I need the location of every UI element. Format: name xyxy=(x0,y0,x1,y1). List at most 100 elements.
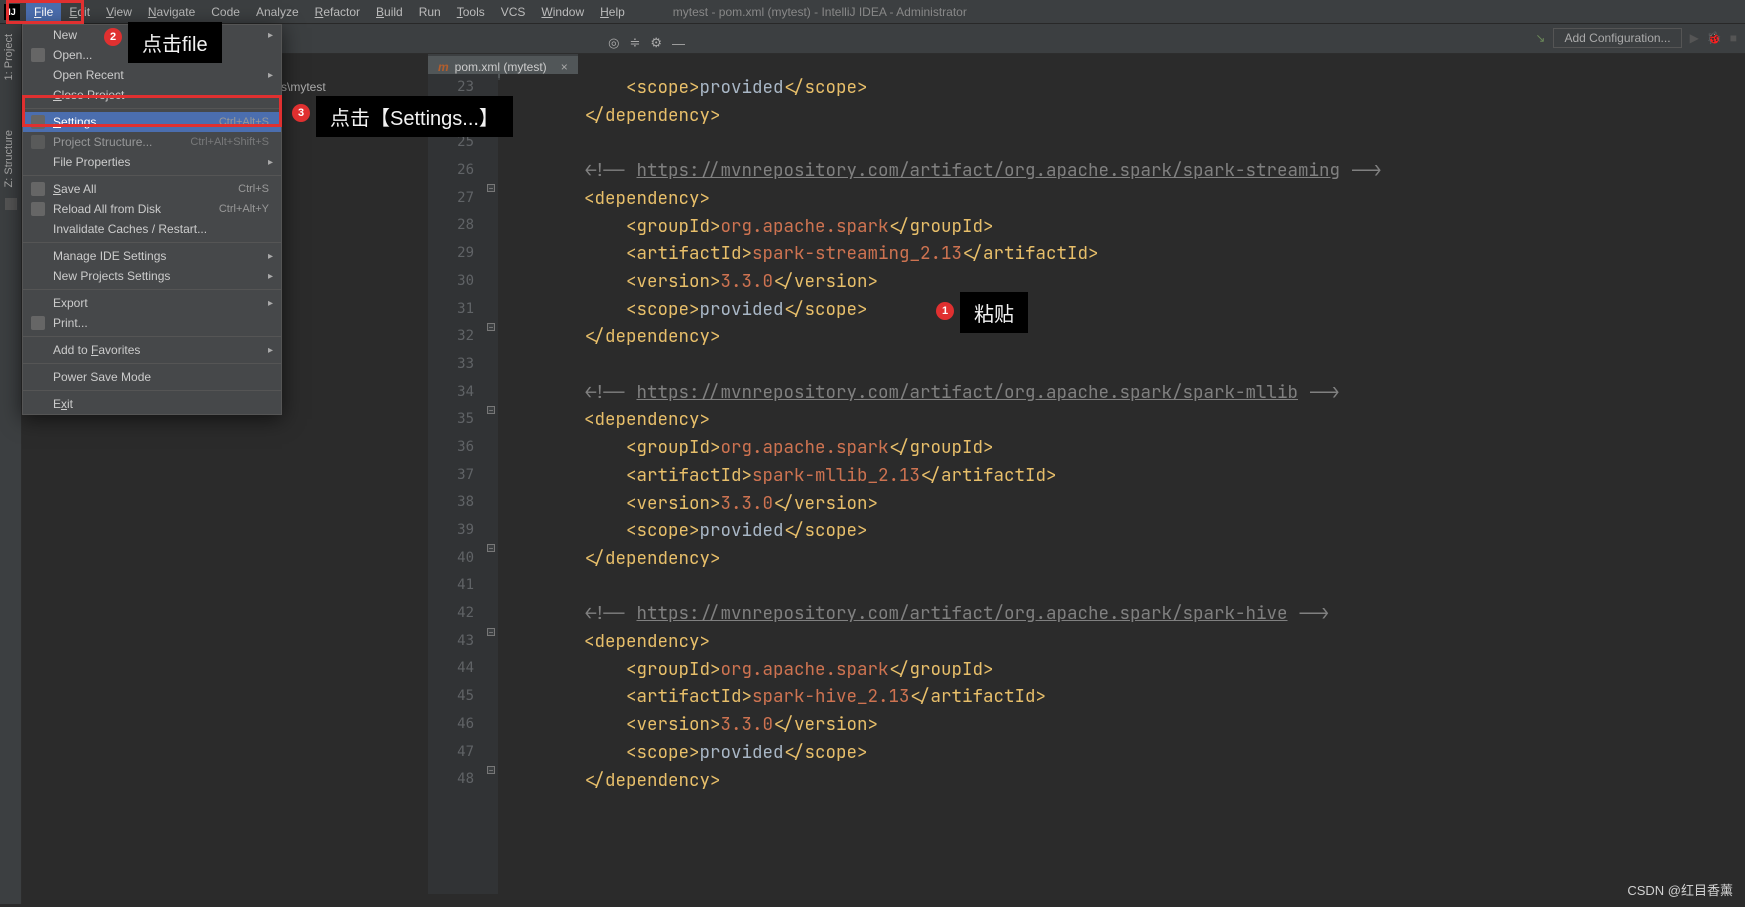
annotation-bubble-1: 1 xyxy=(936,302,954,320)
project-panel-toolbar: ◎ ≑ ⚙ — xyxy=(608,35,685,51)
line-number: 42 xyxy=(428,600,474,628)
menu-bar: IJ FileEditViewNavigateCodeAnalyzeRefact… xyxy=(0,0,1745,24)
menu-item-settings-[interactable]: Settings...Ctrl+Alt+S xyxy=(23,112,281,132)
annotation-1: 粘贴 xyxy=(960,292,1028,333)
toolwindow-icon[interactable] xyxy=(5,198,17,210)
collapse-icon[interactable]: — xyxy=(672,36,685,51)
line-number: 31 xyxy=(428,296,474,324)
line-number: 48 xyxy=(428,766,474,794)
watermark: CSDN @红目香薰 xyxy=(1627,880,1733,899)
window-title: mytest - pom.xml (mytest) - IntelliJ IDE… xyxy=(673,5,967,19)
line-number: 35 xyxy=(428,406,474,434)
fold-handle[interactable]: − xyxy=(487,544,495,552)
line-number: 46 xyxy=(428,711,474,739)
menu-separator xyxy=(23,175,281,176)
menu-vcs[interactable]: VCS xyxy=(493,2,534,22)
print-icon xyxy=(31,316,45,330)
line-number: 27 xyxy=(428,185,474,213)
menu-analyze[interactable]: Analyze xyxy=(248,2,307,22)
file-menu-dropdown: NewOpen...Open RecentClose ProjectSettin… xyxy=(22,24,282,415)
maven-file-icon: m xyxy=(438,60,449,74)
menu-navigate[interactable]: Navigate xyxy=(140,2,203,22)
project-toolwindow-tab[interactable]: 1: Project xyxy=(3,34,15,80)
menu-separator xyxy=(23,390,281,391)
line-number: 32 xyxy=(428,323,474,351)
run-icon[interactable]: ▶ xyxy=(1690,31,1699,45)
line-number: 39 xyxy=(428,517,474,545)
fold-handle[interactable]: − xyxy=(487,323,495,331)
menu-item-exit[interactable]: Exit xyxy=(23,394,281,414)
debug-icon[interactable]: 🐞 xyxy=(1707,31,1722,45)
line-number: 33 xyxy=(428,351,474,379)
add-configuration-button[interactable]: Add Configuration... xyxy=(1553,28,1681,48)
line-number: 30 xyxy=(428,268,474,296)
menu-separator xyxy=(23,363,281,364)
stop-icon[interactable]: ■ xyxy=(1730,31,1737,45)
fold-handle[interactable]: − xyxy=(487,766,495,774)
menu-tools[interactable]: Tools xyxy=(449,2,493,22)
menu-item-power-save-mode[interactable]: Power Save Mode xyxy=(23,367,281,387)
gear-icon[interactable]: ⚙ xyxy=(650,35,662,51)
menu-separator xyxy=(23,336,281,337)
menu-item-close-project[interactable]: Close Project xyxy=(23,85,281,105)
menu-item-reload-all-from-disk[interactable]: Reload All from DiskCtrl+Alt+Y xyxy=(23,199,281,219)
annotation-bubble-3: 3 xyxy=(292,104,310,122)
line-number: 40 xyxy=(428,545,474,573)
project-icon xyxy=(31,135,45,149)
menu-separator xyxy=(23,242,281,243)
line-number: 45 xyxy=(428,683,474,711)
expand-icon[interactable]: ≑ xyxy=(629,35,640,51)
menu-item-new-projects-settings[interactable]: New Projects Settings xyxy=(23,266,281,286)
line-number: 44 xyxy=(428,655,474,683)
line-number: 26 xyxy=(428,157,474,185)
menu-item-export[interactable]: Export xyxy=(23,293,281,313)
menu-refactor[interactable]: Refactor xyxy=(307,2,368,22)
line-number: 34 xyxy=(428,379,474,407)
menu-file[interactable]: File xyxy=(26,2,61,22)
menu-help[interactable]: Help xyxy=(592,2,633,22)
line-number: 37 xyxy=(428,462,474,490)
menu-view[interactable]: View xyxy=(98,2,140,22)
menu-window[interactable]: Window xyxy=(533,2,592,22)
line-number: 29 xyxy=(428,240,474,268)
app-logo: IJ xyxy=(4,4,20,20)
menu-item-add-to-favorites[interactable]: Add to Favorites xyxy=(23,340,281,360)
menu-item-print-[interactable]: Print... xyxy=(23,313,281,333)
fold-handle[interactable]: − xyxy=(487,628,495,636)
line-number: 28 xyxy=(428,212,474,240)
menu-build[interactable]: Build xyxy=(368,2,411,22)
structure-toolwindow-tab[interactable]: Z: Structure xyxy=(3,130,15,187)
reload-icon xyxy=(31,202,45,216)
menu-item-manage-ide-settings[interactable]: Manage IDE Settings xyxy=(23,246,281,266)
menu-item-file-properties[interactable]: File Properties xyxy=(23,152,281,172)
build-icon[interactable]: ↘ xyxy=(1535,31,1545,45)
menu-separator xyxy=(23,108,281,109)
editor-gutter: 2324252627282930313233343536373839404142… xyxy=(428,74,484,894)
annotation-2: 点击file xyxy=(128,22,222,63)
folder-icon xyxy=(31,48,45,62)
line-number: 38 xyxy=(428,489,474,517)
line-number: 43 xyxy=(428,628,474,656)
menu-run[interactable]: Run xyxy=(411,2,449,22)
menu-item-project-structure-[interactable]: Project Structure...Ctrl+Alt+Shift+S xyxy=(23,132,281,152)
fold-handle[interactable]: − xyxy=(487,406,495,414)
menu-item-open-recent[interactable]: Open Recent xyxy=(23,65,281,85)
menu-code[interactable]: Code xyxy=(203,2,248,22)
save-icon xyxy=(31,182,45,196)
annotation-3: 点击【Settings...】 xyxy=(316,96,513,137)
menu-edit[interactable]: Edit xyxy=(61,2,98,22)
menu-item-save-all[interactable]: Save AllCtrl+S xyxy=(23,179,281,199)
line-number: 41 xyxy=(428,572,474,600)
wrench-icon xyxy=(31,115,45,129)
fold-strip: − − − − − − xyxy=(484,74,498,894)
code-editor[interactable]: <scope>provided</scope> </dependency> <!… xyxy=(500,74,1500,894)
menu-item-invalidate-caches-restart-[interactable]: Invalidate Caches / Restart... xyxy=(23,219,281,239)
close-tab-icon[interactable]: × xyxy=(561,60,568,74)
fold-handle[interactable]: − xyxy=(487,184,495,192)
target-icon[interactable]: ◎ xyxy=(608,35,619,51)
menu-separator xyxy=(23,289,281,290)
left-gutter-bar: 1: Project Z: Structure xyxy=(0,24,22,904)
annotation-bubble-2: 2 xyxy=(104,28,122,46)
tab-label: pom.xml (mytest) xyxy=(455,60,547,74)
line-number: 36 xyxy=(428,434,474,462)
